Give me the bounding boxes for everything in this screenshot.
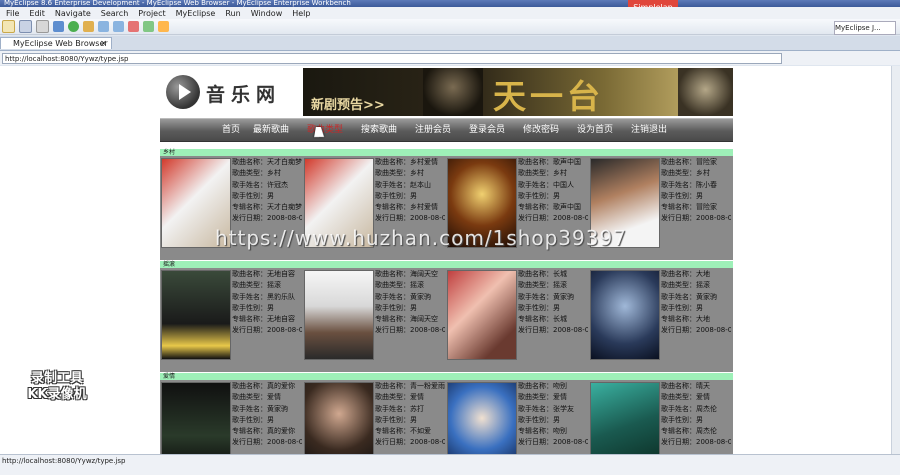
song-info: 歌曲名称：大地 歌曲类型：摇滚 歌手姓名：黄家驹 歌手性别：男 专辑名称：大地 … [661,270,731,335]
stop-icon[interactable] [128,21,139,32]
banner-actor-image [423,68,483,116]
song-info: 歌曲名称：青一粉爱雨淋手 歌曲类型：爱情 歌手姓名：苏打 歌手性别：男 专辑名称… [375,382,445,447]
address-bar: http://localhost:8080/Yywz/type.jsp [0,51,900,65]
recorder-line-1: 录制工具 [30,371,83,386]
song-card[interactable]: 歌曲名称：大地 歌曲类型：摇滚 歌手姓名：黄家驹 歌手性别：男 专辑名称：大地 … [589,268,732,372]
search-icon[interactable] [83,21,94,32]
menu-navigate[interactable]: Navigate [49,9,95,18]
song-info: 歌曲名称：冒险家 歌曲类型：乡村 歌手姓名：陈小春 歌手性别：男 专辑名称：冒险… [661,158,731,223]
banner-text: 新剧预告>> [311,98,385,113]
song-info: 歌曲名称：真的爱你 歌曲类型：爱情 歌手姓名：黄家驹 歌手性别：男 专辑名称：真… [232,382,302,447]
perspective-switcher[interactable]: MyEclipse J... [834,21,896,35]
album-cover[interactable] [590,382,660,454]
forward-icon[interactable] [113,21,124,32]
song-info: 歌曲名称：乡村爱情 歌曲类型：乡村 歌手姓名：赵本山 歌手性别：男 专辑名称：乡… [375,158,445,223]
refresh-icon[interactable] [143,21,154,32]
song-info: 歌曲名称：歌声中国 歌曲类型：乡村 歌手姓名：中国人 歌手性别：男 专辑名称：歌… [518,158,588,223]
debug-icon[interactable] [53,21,64,32]
music-site-page: 音乐网 新剧预告>> 天一台 首页 最新歌曲 歌曲类型 搜索歌曲 注册会员 登录… [160,68,733,454]
back-icon[interactable] [98,21,109,32]
save-icon[interactable] [19,20,32,33]
tab-web-browser[interactable]: MyEclipse Web Browser ✕ [0,37,112,49]
album-cover[interactable] [161,270,231,360]
menu-run[interactable]: Run [219,9,244,18]
editor-tabbar: MyEclipse Web Browser ✕ [0,36,900,51]
close-icon[interactable]: ✕ [100,38,107,49]
logo-text: 音乐网 [206,84,282,106]
nav-logout[interactable]: 注销退出 [631,119,667,141]
vertical-scrollbar[interactable] [891,66,900,454]
menu-search[interactable]: Search [95,9,132,18]
nav-change-password[interactable]: 修改密码 [523,119,559,141]
song-info: 歌曲名称：海阔天空 歌曲类型：摇滚 歌手姓名：黄家驹 歌手性别：男 专辑名称：海… [375,270,445,335]
song-card[interactable]: 歌曲名称：吻别 歌曲类型：爱情 歌手姓名：张学友 歌手性别：男 专辑名称：吻别 … [446,380,589,454]
run-icon[interactable] [68,21,79,32]
nav-login[interactable]: 登录会员 [469,119,505,141]
site-logo[interactable]: 音乐网 [160,68,303,116]
promo-banner[interactable]: 新剧预告>> 天一台 [303,68,733,116]
mouse-cursor-icon [314,127,326,137]
song-card[interactable]: 歌曲名称：晴天 歌曲类型：爱情 歌手姓名：周杰伦 歌手性别：男 专辑名称：周杰伦… [589,380,732,454]
recorder-line-2: KK录像机 [27,387,87,402]
menu-file[interactable]: File [0,9,23,18]
song-info: 歌曲名称：晴天 歌曲类型：爱情 歌手姓名：周杰伦 歌手性别：男 专辑名称：周杰伦… [661,382,731,447]
new-icon[interactable] [2,20,15,33]
banner-title: 天一台 [493,77,604,116]
menu-myeclipse[interactable]: MyEclipse [170,9,220,18]
site-nav: 首页 最新歌曲 歌曲类型 搜索歌曲 注册会员 登录会员 修改密码 设为首页 注销… [160,118,733,142]
album-cover[interactable] [447,270,517,360]
main-toolbar [0,19,900,35]
watermark-text: https://www.huzhan.com/1shop39397 [215,226,627,250]
song-card[interactable]: 歌曲名称：长城 歌曲类型：摇滚 歌手姓名：黄家驹 歌手性别：男 专辑名称：长城 … [446,268,589,372]
status-bar: http://localhost:8080/Yywz/type.jsp [0,454,900,475]
song-row: 歌曲名称：真的爱你 歌曲类型：爱情 歌手姓名：黄家驹 歌手性别：男 专辑名称：真… [160,380,733,454]
menu-bar: File Edit Navigate Search Project MyEcli… [0,7,900,19]
song-card[interactable]: 歌曲名称：海阔天空 歌曲类型：摇滚 歌手姓名：黄家驹 歌手性别：男 专辑名称：海… [303,268,446,372]
window-title: MyEclipse 8.6 Enterprise Development - M… [0,0,900,7]
category-header: 乡村 [160,149,733,156]
play-disc-icon [166,75,200,109]
menu-project[interactable]: Project [132,9,169,18]
song-info: 歌曲名称：长城 歌曲类型：摇滚 歌手姓名：黄家驹 歌手性别：男 专辑名称：长城 … [518,270,588,335]
song-card[interactable]: 歌曲名称：青一粉爱雨淋手 歌曲类型：爱情 歌手姓名：苏打 歌手性别：男 专辑名称… [303,380,446,454]
album-cover[interactable] [161,382,231,454]
nav-set-homepage[interactable]: 设为首页 [577,119,613,141]
recorder-logo: 录制工具 KK录像机 [12,371,102,403]
tab-label: MyEclipse Web Browser [13,39,108,48]
print-icon[interactable] [36,20,49,33]
url-input[interactable]: http://localhost:8080/Yywz/type.jsp [2,52,782,64]
menu-help[interactable]: Help [286,9,314,18]
home-icon[interactable] [158,21,169,32]
song-card[interactable]: 歌曲名称：无地自容 歌曲类型：摇滚 歌手姓名：黑豹乐队 歌手性别：男 专辑名称：… [160,268,303,372]
song-info: 歌曲名称：无地自容 歌曲类型：摇滚 歌手姓名：黑豹乐队 歌手性别：男 专辑名称：… [232,270,302,335]
album-cover[interactable] [304,382,374,454]
banner-actor-image-2 [678,68,733,116]
nav-home[interactable]: 首页 [222,119,240,141]
album-cover[interactable] [447,382,517,454]
song-row: 歌曲名称：无地自容 歌曲类型：摇滚 歌手姓名：黑豹乐队 歌手性别：男 专辑名称：… [160,268,733,372]
nav-latest-songs[interactable]: 最新歌曲 [253,119,289,141]
song-info: 歌曲名称：天才白痴梦 歌曲类型：乡村 歌手姓名：许冠杰 歌手性别：男 专辑名称：… [232,158,302,223]
nav-search-songs[interactable]: 搜索歌曲 [361,119,397,141]
category-header: 摇滚 [160,261,733,268]
menu-window[interactable]: Window [245,9,287,18]
nav-register[interactable]: 注册会员 [415,119,451,141]
song-card[interactable]: 歌曲名称：真的爱你 歌曲类型：爱情 歌手姓名：黄家驹 歌手性别：男 专辑名称：真… [160,380,303,454]
category-header: 爱情 [160,373,733,380]
album-cover[interactable] [590,270,660,360]
album-cover[interactable] [304,270,374,360]
menu-edit[interactable]: Edit [23,9,49,18]
browser-viewport: 音乐网 新剧预告>> 天一台 首页 最新歌曲 歌曲类型 搜索歌曲 注册会员 登录… [0,66,900,454]
song-info: 歌曲名称：吻别 歌曲类型：爱情 歌手姓名：张学友 歌手性别：男 专辑名称：吻别 … [518,382,588,447]
